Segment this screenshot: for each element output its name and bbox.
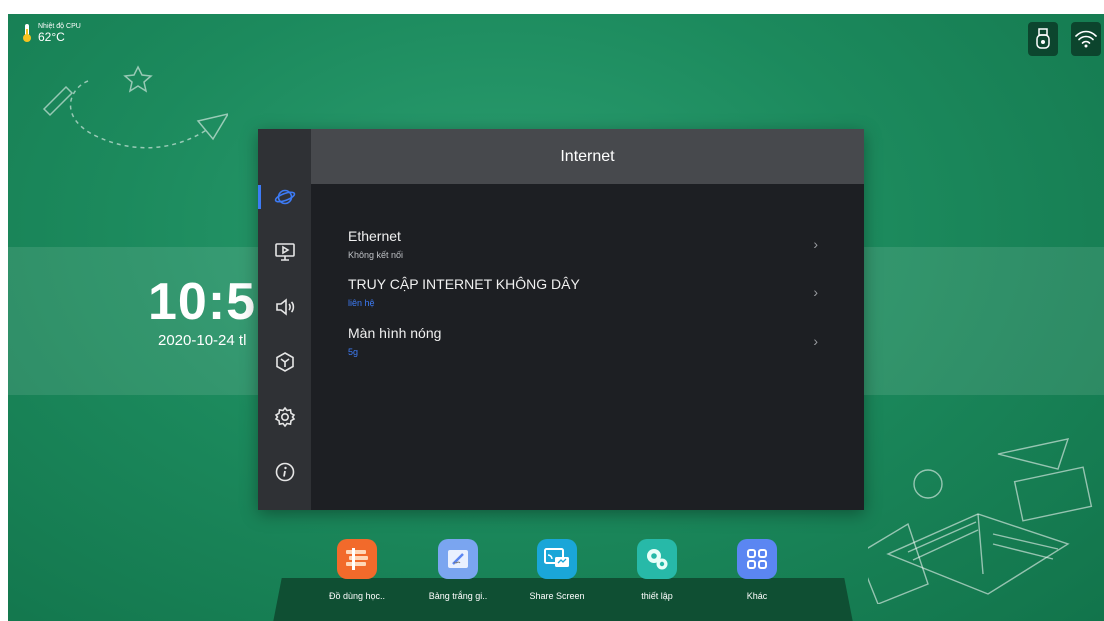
chevron-right-icon: ›	[813, 284, 818, 300]
app-share-screen[interactable]: Share Screen	[517, 539, 597, 601]
app-label: Khác	[746, 591, 768, 601]
doodle-books	[868, 438, 1093, 604]
sidebar-item-sound[interactable]	[258, 287, 311, 327]
wifi-icon	[1075, 30, 1097, 48]
whiteboard-icon	[438, 539, 478, 579]
ethernet-status: Không kết nối	[348, 250, 404, 260]
wireless-internet-row[interactable]: TRUY CẬP INTERNET KHÔNG DÂY liên hệ ›	[348, 276, 818, 316]
internet-settings-dialog: Internet Ethernet Không kết nối › TRUY C…	[258, 129, 864, 510]
hotspot-title: Màn hình nóng	[348, 325, 442, 341]
cpu-temperature: Nhiệt độ CPU 62°C	[22, 23, 81, 44]
books-icon	[337, 539, 377, 579]
app-label: thiết lập	[641, 591, 673, 601]
wifi-button[interactable]	[1071, 22, 1101, 56]
app-teaching-tools[interactable]: Đồ dùng học..	[317, 539, 397, 601]
dialog-title: Internet	[311, 129, 864, 184]
globe-icon	[274, 189, 295, 205]
chevron-right-icon: ›	[813, 333, 818, 349]
sidebar-item-display[interactable]	[258, 232, 311, 272]
speaker-icon	[275, 298, 294, 316]
clock-date: 2020-10-24 tl	[158, 332, 247, 349]
display-icon	[274, 243, 295, 261]
sidebar-item-system[interactable]	[258, 397, 311, 437]
app-more[interactable]: Khác	[717, 539, 797, 601]
sidebar-item-network[interactable]	[258, 177, 311, 217]
app-label: Đồ dùng học..	[328, 591, 386, 601]
cube-icon	[275, 352, 294, 372]
thermometer-icon	[23, 24, 31, 42]
app-label: Share Screen	[529, 591, 585, 601]
desktop-screen: Nhiệt độ CPU 62°C 10:5 2020-10-24 tl Đồ …	[8, 14, 1104, 621]
wireless-status: liên hệ	[348, 298, 375, 308]
share-screen-icon	[537, 539, 577, 579]
clock-time: 10:5	[148, 273, 257, 331]
app-settings[interactable]: thiết lập	[617, 539, 697, 601]
gear-icon	[274, 406, 295, 428]
doodle-pencil-plane	[42, 65, 228, 149]
settings-sidebar	[258, 129, 311, 510]
usb-button[interactable]	[1028, 22, 1058, 56]
usb-icon	[1036, 28, 1050, 49]
ethernet-row[interactable]: Ethernet Không kết nối ›	[348, 228, 818, 268]
info-icon	[275, 462, 294, 482]
cpu-temp-value: 62°C	[38, 30, 65, 44]
ethernet-title: Ethernet	[348, 228, 401, 244]
app-whiteboard[interactable]: Bảng trắng gi..	[418, 539, 498, 601]
sidebar-item-apps[interactable]	[258, 342, 311, 382]
settings-app-icon	[637, 539, 677, 579]
grid-apps-icon	[737, 539, 777, 579]
wireless-title: TRUY CẬP INTERNET KHÔNG DÂY	[348, 276, 580, 292]
chevron-right-icon: ›	[813, 236, 818, 252]
sidebar-item-about[interactable]	[258, 452, 311, 492]
app-label: Bảng trắng gi..	[428, 591, 488, 601]
hotspot-row[interactable]: Màn hình nóng 5g ›	[348, 325, 818, 365]
hotspot-status: 5g	[348, 347, 359, 357]
